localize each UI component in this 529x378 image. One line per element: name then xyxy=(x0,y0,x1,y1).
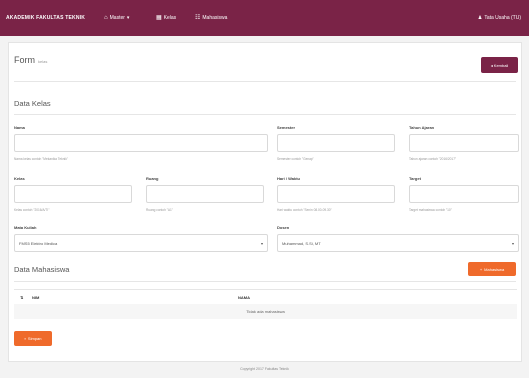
brand-title[interactable]: AKADEMIK FAKULTAS TEKNIK xyxy=(6,15,85,21)
user-menu[interactable]: ♟ Tata Usaha (TU) xyxy=(478,15,521,21)
dosen-select[interactable]: Muhammad, S.Si, MT ▾ xyxy=(277,234,519,252)
label-target: Target xyxy=(409,176,421,181)
label-ruang: Ruang xyxy=(146,176,159,181)
column-header-nama[interactable]: NAMA xyxy=(238,295,250,300)
kelas-input[interactable] xyxy=(14,185,132,203)
hint-target: Target mahasiswa contoh "10" xyxy=(409,208,452,212)
hint-tahun-ajaran: Tahun ajaran contoh "2016/2017" xyxy=(409,157,457,161)
mahasiswa-table: ⇅ NIM NAMA Tidak ada mahasiswa xyxy=(14,289,517,319)
nama-input[interactable] xyxy=(14,134,268,152)
user-icon: ♟ xyxy=(477,15,483,21)
footer-text: Copyright 2017 Fakultas Teknik xyxy=(240,367,289,371)
grid-icon: ▦ xyxy=(156,14,162,21)
save-button[interactable]: ▪ Simpan xyxy=(14,331,52,346)
divider xyxy=(14,114,516,115)
label-kelas: Kelas xyxy=(14,176,25,181)
home-icon: ⌂ xyxy=(104,14,108,21)
top-navbar: AKADEMIK FAKULTAS TEKNIK ⌂ Master ▾ ▦ Ke… xyxy=(0,0,529,36)
nav-menu-kelas-label: Kelas xyxy=(163,15,177,21)
back-button-label: Kembali xyxy=(493,62,509,68)
user-name: Tata Usaha (TU) xyxy=(484,15,521,21)
form-card: Form kelas ◂ Kembali Data Kelas Nama Nama… xyxy=(8,42,522,362)
hint-nama: Nama kelas contoh "Mekanika Teknik" xyxy=(14,157,68,161)
page-title: Form kelas xyxy=(14,55,47,65)
plus-icon: + xyxy=(479,266,483,272)
chevron-down-icon: ▾ xyxy=(260,240,263,246)
sort-icon: ⇅ xyxy=(20,295,24,300)
chevron-down-icon: ▾ xyxy=(126,15,130,21)
mata-kuliah-selected: FMS5 Elektro Medica xyxy=(19,240,58,246)
page-title-text: Form xyxy=(14,55,35,65)
section-title-kelas: Data Kelas xyxy=(14,99,51,108)
hint-kelas: Kelas contoh "2016/A/TI" xyxy=(14,208,50,212)
semester-input[interactable] xyxy=(277,134,395,152)
save-icon: ▪ xyxy=(24,336,26,341)
label-dosen: Dosen xyxy=(277,225,290,230)
hint-ruang: Ruang contoh "A1" xyxy=(146,208,173,212)
divider xyxy=(14,281,516,282)
label-hari-waktu: Hari / Waktu xyxy=(277,176,300,181)
users-icon: ☷ xyxy=(195,14,201,21)
save-button-label: Simpan xyxy=(27,336,42,341)
label-mata-kuliah: Mata Kuliah xyxy=(14,225,37,230)
hari-waktu-input[interactable] xyxy=(277,185,395,203)
arrow-left-icon: ◂ xyxy=(490,62,493,68)
nav-menu-mahasiswa[interactable]: ☷ Mahasiswa xyxy=(195,14,228,22)
add-mahasiswa-label: Mahasiswa xyxy=(484,266,505,272)
label-tahun-ajaran: Tahun Ajaran xyxy=(409,125,435,130)
nav-menu-master[interactable]: ⌂ Master ▾ xyxy=(104,14,130,22)
hint-semester: Semester contoh "Genap" xyxy=(277,157,314,161)
nav-menu-master-label: Master xyxy=(109,15,125,21)
back-button[interactable]: ◂ Kembali xyxy=(481,57,518,73)
label-nama: Nama xyxy=(14,125,25,130)
section-title-mahasiswa: Data Mahasiswa xyxy=(14,265,70,274)
hint-hari-waktu: Hari waktu contoh "Senin 08.00-09.30" xyxy=(277,208,332,212)
target-input[interactable] xyxy=(409,185,519,203)
page-subtitle: kelas xyxy=(38,59,48,64)
tahun-ajaran-input[interactable] xyxy=(409,134,519,152)
add-mahasiswa-button[interactable]: + Mahasiswa xyxy=(468,262,516,276)
nav-menu-kelas[interactable]: ▦ Kelas xyxy=(156,14,177,22)
label-semester: Semester xyxy=(277,125,296,130)
divider xyxy=(14,81,516,82)
ruang-input[interactable] xyxy=(146,185,264,203)
mata-kuliah-select[interactable]: FMS5 Elektro Medica ▾ xyxy=(14,234,268,252)
table-empty-row: Tidak ada mahasiswa xyxy=(14,304,517,319)
table-header: ⇅ NIM NAMA xyxy=(14,290,517,305)
dosen-selected: Muhammad, S.Si, MT xyxy=(282,240,321,246)
column-header-nim[interactable]: NIM xyxy=(32,295,39,300)
chevron-down-icon: ▾ xyxy=(511,240,514,246)
nav-menu-mahasiswa-label: Mahasiswa xyxy=(202,15,228,21)
